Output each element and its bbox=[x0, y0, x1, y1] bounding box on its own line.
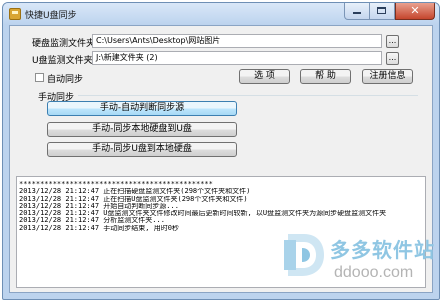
register-button[interactable]: 注册信息 bbox=[362, 69, 413, 84]
maximize-button[interactable] bbox=[370, 3, 395, 20]
minimize-icon bbox=[353, 12, 361, 14]
manual-disk-to-usb-button[interactable]: 手动-同步本地硬盘到U盘 bbox=[47, 122, 237, 137]
usb-folder-label: U盘监测文件夹 bbox=[32, 56, 93, 66]
manual-usb-to-disk-button[interactable]: 手动-同步U盘到本地硬盘 bbox=[47, 142, 237, 157]
usb-folder-browse-button[interactable]: ... bbox=[386, 52, 399, 65]
disk-folder-browse-button[interactable]: ... bbox=[386, 35, 399, 48]
group-divider bbox=[78, 95, 418, 96]
close-button[interactable]: ✕ bbox=[395, 3, 435, 20]
maximize-icon bbox=[377, 7, 386, 14]
log-line: 2013/12/28 21:12:47 开始自动判断同步源... bbox=[19, 202, 179, 210]
usb-folder-field[interactable]: J:\新建文件夹 (2) bbox=[92, 51, 382, 65]
usb-drive-icon bbox=[9, 8, 21, 20]
log-line: ****************************************… bbox=[19, 181, 213, 188]
watermark-logo-icon bbox=[284, 234, 324, 276]
log-line: 2013/12/28 21:12:47 分析监测文件夹... bbox=[19, 217, 165, 225]
disk-folder-field[interactable]: C:\Users\Ants\Desktop\网站图片 bbox=[92, 34, 382, 48]
auto-sync-label: 自动同步 bbox=[47, 75, 84, 85]
disk-folder-label: 硬盘监测文件夹 bbox=[32, 39, 96, 49]
log-line: 2013/12/28 21:12:47 正在扫描硬盘监测文件夹(298个文件夹和… bbox=[19, 188, 251, 196]
help-button[interactable]: 帮 助 bbox=[300, 69, 351, 84]
watermark: 多多软件站 ddooo.com bbox=[282, 228, 435, 292]
options-button[interactable]: 选 项 bbox=[239, 69, 290, 84]
auto-sync-checkbox[interactable] bbox=[35, 73, 44, 82]
log-line: 2013/12/28 21:12:47 U盘监测文件夹文件修改时间最后更新时间较… bbox=[19, 210, 387, 218]
window-title: 快捷U盘同步 bbox=[25, 11, 77, 21]
log-line: 2013/12/28 21:12:47 正在扫描U盘监测文件夹(298个文件夹和… bbox=[19, 195, 248, 203]
minimize-button[interactable] bbox=[344, 3, 370, 20]
watermark-url-text: ddooo.com bbox=[334, 264, 414, 281]
manual-auto-detect-button[interactable]: 手动-自动判断同步源 bbox=[47, 101, 237, 116]
watermark-cn-text: 多多软件站 bbox=[330, 238, 435, 262]
title-bar[interactable]: 快捷U盘同步 ✕ bbox=[3, 3, 439, 25]
